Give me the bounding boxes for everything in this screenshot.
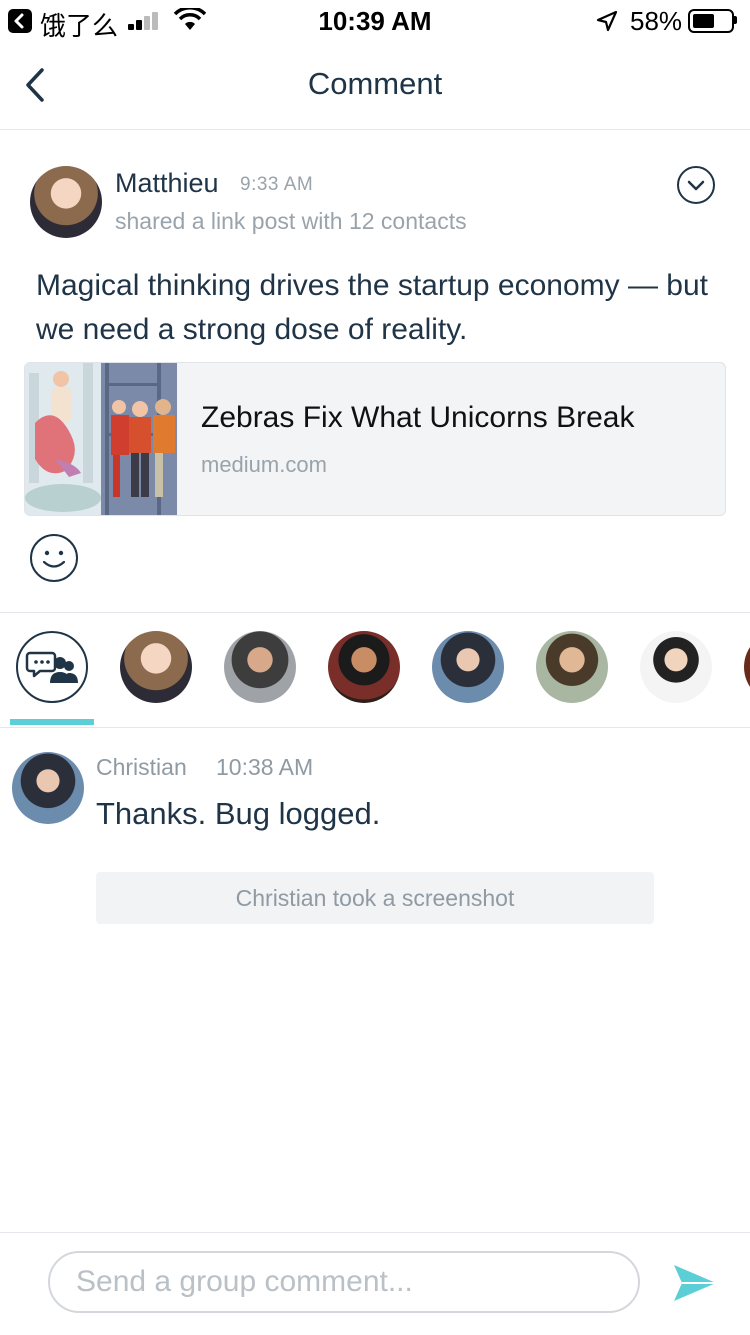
link-preview-card[interactable]: Zebras Fix What Unicorns Break medium.co… [24, 362, 726, 516]
participant-avatar[interactable] [536, 631, 608, 703]
battery-level [693, 14, 714, 28]
add-reaction-button[interactable] [30, 534, 78, 582]
post-text: Magical thinking drives the startup econ… [36, 269, 708, 346]
battery-icon [688, 9, 734, 33]
send-button[interactable] [672, 1263, 718, 1303]
battery-percent: 58% [630, 6, 683, 36]
participant-avatar[interactable] [120, 631, 192, 703]
active-tab-indicator [10, 719, 94, 725]
system-notice: Christian took a screenshot [96, 872, 654, 924]
comment-input[interactable] [48, 1251, 640, 1313]
send-icon [674, 1265, 716, 1301]
smiley-icon [42, 550, 66, 568]
post-author-name[interactable]: Matthieu [115, 168, 219, 199]
nav-bar: Comment [0, 40, 750, 130]
post-options-button[interactable] [677, 166, 715, 204]
page-title: Comment [307, 66, 443, 101]
link-thumbnail-image [25, 363, 177, 515]
group-conversation-tab[interactable] [16, 631, 88, 703]
comment-author-avatar[interactable] [12, 752, 84, 824]
location-arrow-icon [596, 10, 618, 32]
link-title: Zebras Fix What Unicorns Break [201, 401, 635, 434]
battery-cap [734, 16, 737, 24]
post-shared-info: shared a link post with 12 contacts [115, 208, 467, 234]
participants-strip[interactable] [0, 612, 750, 728]
post-time: 9:33 AM [240, 174, 314, 195]
post-author-avatar[interactable] [30, 166, 102, 238]
group-chat-icon [25, 651, 78, 683]
participant-avatar[interactable] [744, 631, 750, 703]
link-domain: medium.com [201, 452, 327, 477]
comment-time: 10:38 AM [216, 754, 314, 780]
participant-avatar[interactable] [432, 631, 504, 703]
comment-text: Thanks. Bug logged. [96, 796, 381, 831]
status-bar: 饿了么 10:39 AM 58% [0, 0, 750, 42]
participant-avatar[interactable] [224, 631, 296, 703]
comment-author-name[interactable]: Christian [96, 754, 187, 781]
participant-avatar[interactable] [328, 631, 400, 703]
chevron-down-icon [687, 180, 705, 191]
comment-composer [0, 1232, 750, 1335]
participant-avatar[interactable] [640, 631, 712, 703]
